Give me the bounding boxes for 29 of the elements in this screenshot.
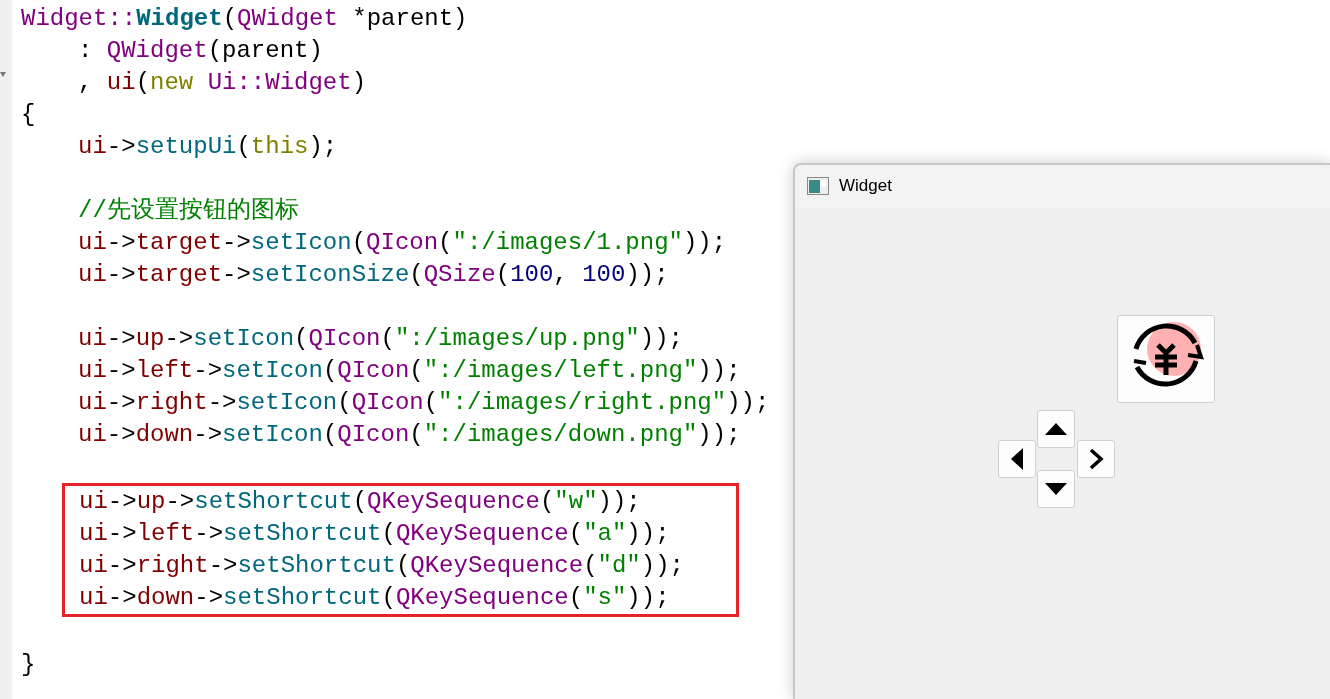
- down-button[interactable]: [1037, 470, 1075, 508]
- up-button[interactable]: [1037, 410, 1075, 448]
- code-line: ui->right->setShortcut(QKeySequence("d"));: [78, 551, 684, 581]
- code-line: }: [21, 650, 36, 680]
- window-icon: [807, 177, 829, 195]
- window-title: Widget: [839, 175, 892, 198]
- code-line: ui->target->setIcon(QIcon(":/images/1.png"));: [77, 228, 727, 258]
- down-triangle-icon: [1045, 483, 1067, 495]
- fold-caret-icon: [0, 72, 6, 78]
- code-line: ui->left->setShortcut(QKeySequence("a"));: [78, 519, 670, 549]
- code-line: ui->right->setIcon(QIcon(":/images/right.png"));: [77, 388, 770, 418]
- code-line: ui->down->setShortcut(QKeySequence("s"));: [78, 583, 670, 613]
- code-line: ui->down->setIcon(QIcon(":/images/down.png"));: [77, 420, 741, 450]
- code-line: , ui(new Ui::Widget): [77, 68, 367, 98]
- right-chevron-icon: [1088, 448, 1104, 470]
- code-line: ui->left->setIcon(QIcon(":/images/left.png"));: [77, 356, 741, 386]
- code-line: //先设置按钮的图标: [77, 196, 299, 226]
- code-line: Widget::Widget(QWidget *parent): [21, 4, 468, 34]
- left-triangle-icon: [1011, 448, 1023, 470]
- right-button[interactable]: [1077, 440, 1115, 478]
- left-button[interactable]: [998, 440, 1036, 478]
- code-line: ui->setupUi(this);: [77, 132, 338, 162]
- code-line: ui->up->setShortcut(QKeySequence("w"));: [78, 487, 641, 517]
- code-line: {: [21, 100, 36, 130]
- up-triangle-icon: [1045, 423, 1067, 435]
- code-line: : QWidget(parent): [77, 36, 323, 66]
- code-line: ui->target->setIconSize(QSize(100, 100));: [77, 260, 669, 290]
- code-line: ui->up->setIcon(QIcon(":/images/up.png"));: [77, 324, 683, 354]
- target-button[interactable]: [1117, 315, 1215, 403]
